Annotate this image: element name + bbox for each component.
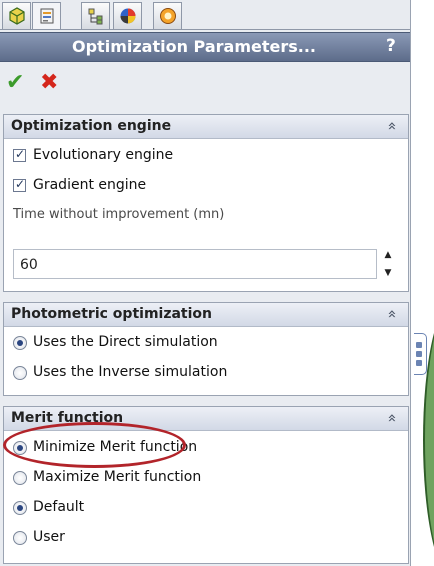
time-without-improvement-input[interactable]: 60 [13,249,377,279]
tab-bar-divider [0,29,410,30]
checkbox-checked-icon[interactable] [13,147,26,162]
merit-function-header[interactable]: Merit function « [4,407,408,431]
spin-down-icon[interactable]: ▼ [382,268,394,278]
radio-selected-icon[interactable] [13,441,27,455]
photometric-optimization-panel: Photometric optimization « Uses the Dire… [3,302,409,396]
optimization-engine-panel: Optimization engine « Evolutionary engin… [3,114,409,292]
tab-feature-manager[interactable] [2,2,31,29]
feature-manager-icon [9,7,25,25]
configuration-manager-icon [88,8,103,25]
help-button[interactable]: ? [386,36,396,56]
checkbox-checked-icon[interactable] [13,177,26,192]
collapse-icon[interactable]: « [384,121,402,130]
tab-configuration-manager[interactable] [81,2,110,29]
panel-title: Optimization engine [11,118,172,134]
tab-render[interactable] [153,2,182,29]
property-manager-titlebar: Optimization Parameters... ? [0,32,410,62]
collapse-icon[interactable]: « [384,309,402,318]
panel-resize-handle[interactable] [414,333,427,375]
manager-tab-bar [0,0,434,30]
radio-selected-icon[interactable] [13,336,27,350]
time-without-improvement-label: Time without improvement (mn) [13,207,225,222]
radio-selected-icon[interactable] [13,501,27,515]
display-manager-icon [120,8,136,24]
tab-display-manager[interactable] [113,2,142,29]
collapse-icon[interactable]: « [384,413,402,422]
render-icon [160,8,176,24]
cancel-button[interactable]: ✖ [40,71,64,95]
optimization-engine-header[interactable]: Optimization engine « [4,115,408,139]
merit-function-panel: Merit function « Minimize Merit function… [3,406,409,564]
tab-property-manager[interactable] [32,2,61,29]
spin-up-icon[interactable]: ▲ [382,250,394,260]
property-manager-icon [40,8,54,24]
radio-unselected-icon[interactable] [13,366,27,380]
page-title: Optimization Parameters... [72,37,316,56]
panel-title: Photometric optimization [11,306,212,322]
radio-unselected-icon[interactable] [13,531,27,545]
graphics-area-edge [410,0,434,566]
ok-button[interactable]: ✔ [6,71,30,95]
radio-unselected-icon[interactable] [13,471,27,485]
panel-title: Merit function [11,410,124,426]
photometric-optimization-header[interactable]: Photometric optimization « [4,303,408,327]
